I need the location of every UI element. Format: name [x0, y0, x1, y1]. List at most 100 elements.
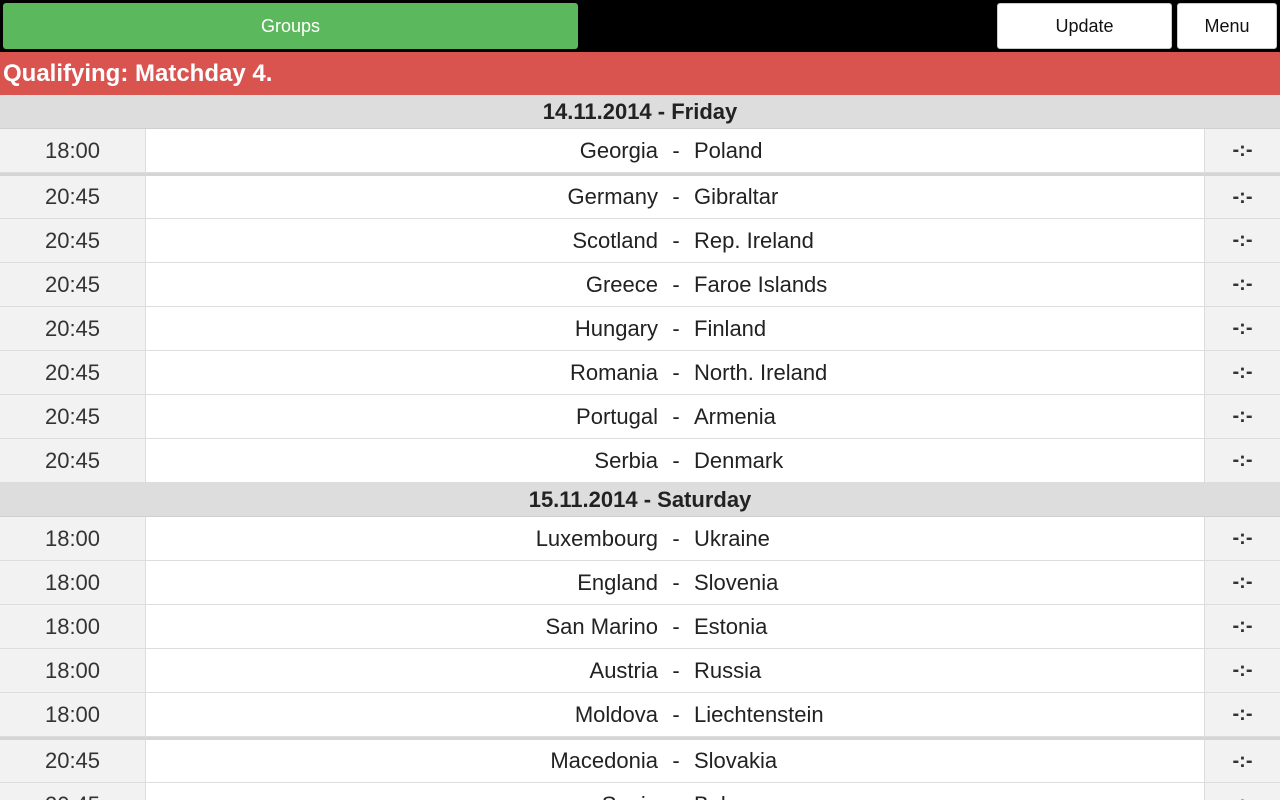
- home-team: Scotland: [572, 227, 658, 253]
- match-score: -:-: [1204, 351, 1280, 394]
- team-separator: -: [658, 792, 694, 800]
- match-time: 18:00: [0, 649, 146, 692]
- match-score: -:-: [1204, 219, 1280, 262]
- match-list[interactable]: 14.11.2014 - Friday 18:00 Georgia - Pola…: [0, 95, 1280, 800]
- day-header: 15.11.2014 - Saturday: [0, 483, 1280, 517]
- match-score: -:-: [1204, 307, 1280, 350]
- team-separator: -: [672, 748, 680, 773]
- away-team: Belarus: [694, 792, 1204, 800]
- top-toolbar: Groups Update Menu: [0, 0, 1280, 52]
- menu-button[interactable]: Menu: [1177, 3, 1277, 49]
- home-team: Serbia: [594, 447, 658, 473]
- match-teams: Georgia - Poland: [146, 129, 1204, 172]
- away-team: Liechtenstein: [694, 701, 824, 727]
- match-row[interactable]: 18:00 Georgia - Poland -:-: [0, 129, 1280, 173]
- home-team: Spain: [146, 792, 658, 800]
- match-row[interactable]: 20:45 Romania - North. Ireland -:-: [0, 351, 1280, 395]
- home-team: Austria: [589, 657, 658, 683]
- away-team: Faroe Islands: [694, 271, 828, 297]
- match-teams: Serbia - Denmark: [146, 439, 1204, 482]
- match-time: 20:45: [0, 439, 146, 482]
- match-time: 18:00: [0, 561, 146, 604]
- match-score: -:-: [1204, 740, 1280, 782]
- day-header: 14.11.2014 - Friday: [0, 95, 1280, 129]
- match-score: -:-: [1204, 395, 1280, 438]
- team-separator: -: [672, 271, 680, 297]
- match-teams: Spain - Belarus: [146, 783, 1204, 800]
- match-score: -:-: [1204, 693, 1280, 736]
- match-row[interactable]: 20:45 Spain - Belarus -:-: [0, 783, 1280, 800]
- home-team: Romania: [569, 359, 658, 385]
- team-separator: -: [672, 315, 680, 341]
- match-time: 20:45: [0, 263, 146, 306]
- match-time: 18:00: [0, 605, 146, 648]
- match-row[interactable]: 18:00 Luxembourg - Ukraine -:-: [0, 517, 1280, 561]
- update-button[interactable]: Update: [997, 3, 1172, 49]
- away-team: Finland: [694, 315, 767, 341]
- team-separator: -: [672, 359, 680, 385]
- match-score: -:-: [1204, 561, 1280, 604]
- match-row[interactable]: 20:45 Serbia - Denmark -:-: [0, 439, 1280, 483]
- match-row[interactable]: 20:45 Greece - Faroe Islands -:-: [0, 263, 1280, 307]
- away-team: Ukraine: [694, 525, 770, 551]
- match-score: -:-: [1204, 605, 1280, 648]
- away-team: Russia: [694, 657, 762, 683]
- away-team: Slovenia: [694, 569, 779, 595]
- match-teams: Macedonia - Slovakia: [146, 740, 1204, 782]
- away-team: Poland: [694, 137, 763, 163]
- match-score: -:-: [1204, 263, 1280, 306]
- match-time: 20:45: [0, 176, 146, 218]
- home-team: Georgia: [579, 137, 658, 163]
- home-team: Macedonia: [550, 748, 658, 773]
- match-row[interactable]: 20:45 Scotland - Rep. Ireland -:-: [0, 219, 1280, 263]
- match-time: 20:45: [0, 783, 146, 800]
- home-team: Hungary: [574, 315, 658, 341]
- match-row[interactable]: 20:45 Germany - Gibraltar -:-: [0, 173, 1280, 219]
- away-team: North. Ireland: [694, 359, 828, 385]
- match-time: 20:45: [0, 351, 146, 394]
- team-separator: -: [672, 137, 680, 163]
- match-score: -:-: [1204, 649, 1280, 692]
- match-score: -:-: [1204, 129, 1280, 172]
- match-teams: San Marino - Estonia: [146, 605, 1204, 648]
- match-teams: Romania - North. Ireland: [146, 351, 1204, 394]
- match-teams: Greece - Faroe Islands: [146, 263, 1204, 306]
- team-separator: -: [672, 569, 680, 595]
- match-teams: Moldova - Liechtenstein: [146, 693, 1204, 736]
- home-team: England: [577, 569, 658, 595]
- match-teams: Austria - Russia: [146, 649, 1204, 692]
- match-time: 20:45: [0, 740, 146, 782]
- match-row[interactable]: 18:00 England - Slovenia -:-: [0, 561, 1280, 605]
- match-time: 18:00: [0, 129, 146, 172]
- match-row[interactable]: 18:00 Moldova - Liechtenstein -:-: [0, 693, 1280, 737]
- match-teams: England - Slovenia: [146, 561, 1204, 604]
- match-row[interactable]: 20:45 Hungary - Finland -:-: [0, 307, 1280, 351]
- home-team: Germany: [567, 184, 658, 209]
- away-team: Rep. Ireland: [694, 227, 814, 253]
- match-time: 20:45: [0, 307, 146, 350]
- match-row[interactable]: 18:00 Austria - Russia -:-: [0, 649, 1280, 693]
- team-separator: -: [672, 525, 680, 551]
- match-score: -:-: [1204, 176, 1280, 218]
- groups-button[interactable]: Groups: [3, 3, 578, 49]
- match-time: 20:45: [0, 395, 146, 438]
- match-row[interactable]: 20:45 Portugal - Armenia -:-: [0, 395, 1280, 439]
- match-teams: Scotland - Rep. Ireland: [146, 219, 1204, 262]
- match-score: -:-: [1204, 783, 1280, 800]
- home-team: Moldova: [574, 701, 658, 727]
- team-separator: -: [672, 613, 680, 639]
- match-teams: Portugal - Armenia: [146, 395, 1204, 438]
- match-score: -:-: [1204, 439, 1280, 482]
- home-team: San Marino: [545, 613, 658, 639]
- match-row[interactable]: 20:45 Macedonia - Slovakia -:-: [0, 737, 1280, 783]
- match-teams: Hungary - Finland: [146, 307, 1204, 350]
- home-team: Portugal: [576, 403, 658, 429]
- team-separator: -: [672, 184, 680, 209]
- away-team: Gibraltar: [694, 184, 779, 209]
- team-separator: -: [672, 701, 680, 727]
- match-score: -:-: [1204, 517, 1280, 560]
- match-time: 18:00: [0, 693, 146, 736]
- match-row[interactable]: 18:00 San Marino - Estonia -:-: [0, 605, 1280, 649]
- home-team: Luxembourg: [535, 525, 658, 551]
- match-teams: Germany - Gibraltar: [146, 176, 1204, 218]
